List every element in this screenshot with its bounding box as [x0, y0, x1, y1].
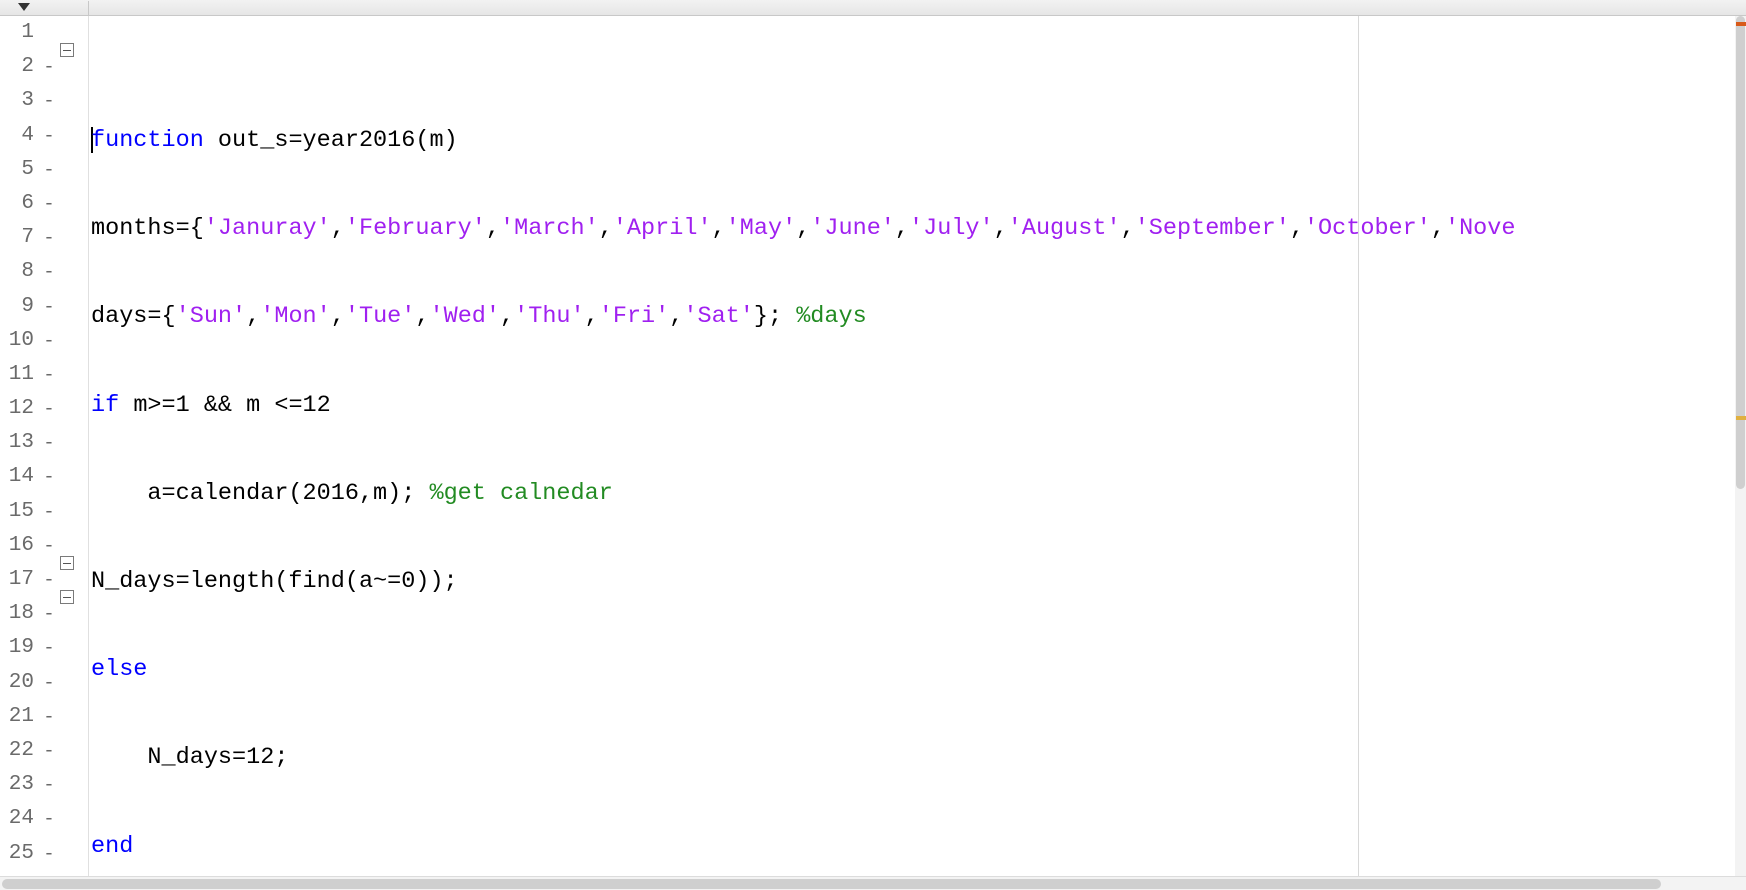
fold-toggle-icon[interactable]	[60, 590, 74, 604]
line-number: 23	[0, 768, 40, 802]
line-number: 15	[0, 495, 40, 529]
line-number: 24	[0, 802, 40, 836]
line-number: 17	[0, 563, 40, 597]
tab-separator	[88, 1, 89, 15]
line-number: 16	[0, 529, 40, 563]
line-number: 3	[0, 84, 40, 118]
line-number: 6	[0, 187, 40, 221]
code-editor-area[interactable]: 1 2- 3- 4- 5- 6- 7- 8- 9- 10- 11- 12- 13…	[0, 16, 1746, 876]
fold-toggle-icon[interactable]	[60, 43, 74, 57]
line-number: 25	[0, 837, 40, 871]
line-number: 21	[0, 700, 40, 734]
code-line: days={'Sun','Mon','Tue','Wed','Thu','Fri…	[89, 300, 1746, 334]
horizontal-scrollbar[interactable]	[0, 876, 1746, 890]
editor-top-bar	[0, 0, 1746, 16]
line-number: 14	[0, 460, 40, 494]
line-number: 19	[0, 631, 40, 665]
analyzer-mark[interactable]	[1736, 22, 1746, 26]
gutter: 1 2- 3- 4- 5- 6- 7- 8- 9- 10- 11- 12- 13…	[0, 16, 89, 876]
line-number: 1	[0, 16, 40, 50]
code-line: N_days=12;	[89, 741, 1746, 775]
line-number: 4	[0, 119, 40, 153]
code-line: N_days=length(find(a~=0));	[89, 565, 1746, 599]
line-number: 2	[0, 50, 40, 84]
code-text-area[interactable]: function out_s=year2016(m) months={'Janu…	[89, 16, 1746, 876]
line-number: 9	[0, 290, 40, 324]
code-line: if m>=1 && m <=12	[89, 389, 1746, 423]
line-number: 18	[0, 597, 40, 631]
line-number: 11	[0, 358, 40, 392]
fold-toggle-icon[interactable]	[60, 556, 74, 570]
analyzer-mark[interactable]	[1736, 416, 1746, 420]
line-number: 8	[0, 255, 40, 289]
vertical-scrollbar[interactable]	[1735, 16, 1746, 876]
line-number: 22	[0, 734, 40, 768]
line-number: 20	[0, 666, 40, 700]
line-number: 12	[0, 392, 40, 426]
code-line: months={'Januray','February','March','Ap…	[89, 212, 1746, 246]
line-number: 5	[0, 153, 40, 187]
code-line: end	[89, 830, 1746, 864]
line-number: 10	[0, 324, 40, 358]
code-line: else	[89, 653, 1746, 687]
dropdown-arrow-icon[interactable]	[8, 1, 40, 15]
line-number: 13	[0, 426, 40, 460]
code-line: function out_s=year2016(m)	[89, 124, 1746, 158]
code-line: a=calendar(2016,m); %get calnedar	[89, 477, 1746, 511]
scrollbar-thumb[interactable]	[2, 879, 1661, 889]
line-number: 7	[0, 221, 40, 255]
